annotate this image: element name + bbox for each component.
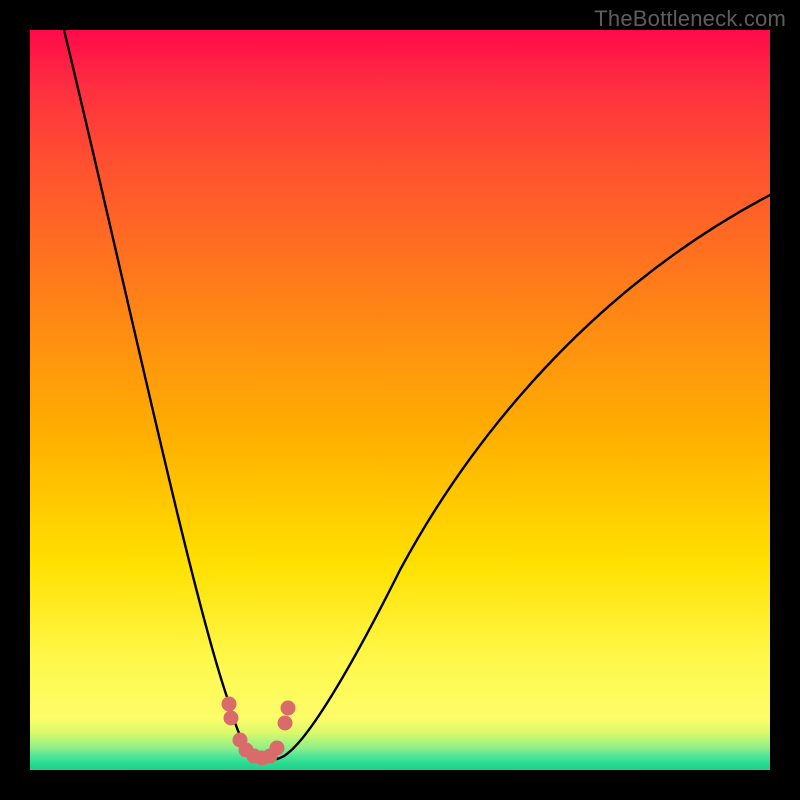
highlight-dots: [223, 698, 295, 765]
curve-layer: [30, 30, 770, 770]
watermark-text: TheBottleneck.com: [594, 6, 786, 32]
bottleneck-curve: [64, 30, 770, 760]
plot-area: [30, 30, 770, 770]
chart-frame: TheBottleneck.com: [0, 0, 800, 800]
